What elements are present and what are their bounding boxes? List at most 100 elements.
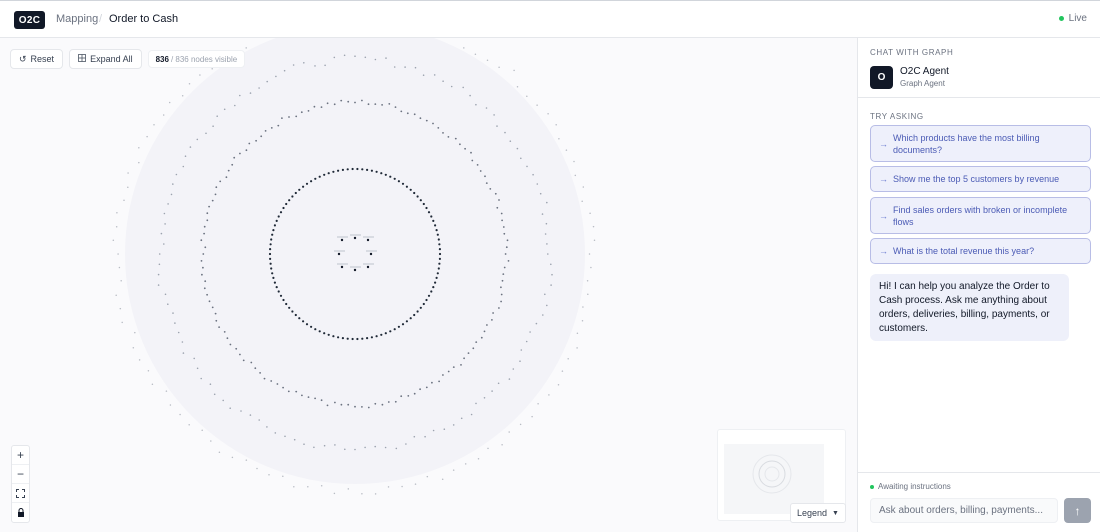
zoom-controls: + − (11, 445, 30, 523)
graph-node (249, 414, 252, 416)
graph-node (127, 186, 129, 189)
graph-node (389, 175, 392, 178)
graph-node (270, 267, 273, 270)
graph-node (432, 219, 435, 222)
graph-node (450, 85, 453, 88)
graph-node (483, 330, 486, 333)
graph-node (164, 293, 167, 296)
graph-node (493, 114, 495, 116)
graph-node (193, 357, 195, 360)
chat-sidebar: CHAT WITH GRAPH O O2C Agent Graph Agent … (857, 38, 1100, 532)
graph-node (512, 368, 515, 370)
graph-node (337, 336, 340, 339)
send-button[interactable]: ↑ (1064, 498, 1091, 523)
graph-node (160, 232, 163, 235)
graph-node (459, 143, 461, 146)
graph-node (385, 57, 387, 59)
graph-node (225, 176, 228, 179)
graph-node (234, 104, 236, 107)
graph-node (273, 281, 276, 284)
graph-node (374, 445, 377, 448)
graph-node (425, 298, 428, 302)
graph-node (441, 478, 444, 480)
graph-node (435, 276, 438, 279)
graph-node (138, 161, 140, 164)
graph-node (427, 294, 431, 297)
graph-node (266, 426, 268, 428)
suggestion-button-1[interactable]: → Which products have the most billing d… (870, 125, 1091, 162)
graph-canvas[interactable]: ↺ Reset Expand All 836 / 836 nodes visib… (0, 38, 857, 532)
graph-node (496, 206, 499, 209)
graph-node (544, 233, 547, 235)
graph-node (303, 443, 305, 446)
graph-node (425, 119, 428, 122)
suggestion-button-2[interactable]: → Show me the top 5 customers by revenue (870, 166, 1091, 192)
graph-node (492, 312, 494, 314)
graph-node (281, 117, 283, 119)
graph-node (576, 332, 579, 335)
zoom-in-button[interactable]: + (12, 446, 29, 465)
graph-node (550, 263, 552, 266)
app-logo[interactable]: O2C (14, 11, 45, 29)
suggestion-button-3[interactable]: → Find sales orders with broken or incom… (870, 197, 1091, 234)
graph-node (380, 172, 383, 175)
graph-node (314, 65, 316, 67)
graph-node (275, 286, 278, 289)
graph-node (249, 92, 252, 94)
caret-down-icon: ▼ (832, 509, 839, 517)
graph-node (442, 374, 444, 376)
graph-node (337, 169, 340, 172)
graph-node (347, 488, 350, 490)
status-dot-icon (870, 484, 874, 489)
chat-input[interactable] (870, 498, 1058, 523)
graph-node (233, 156, 236, 159)
graph-node (206, 293, 209, 296)
graph-node (565, 149, 568, 151)
graph-node (442, 132, 444, 134)
graph-node (320, 399, 323, 402)
graph-node (118, 266, 121, 269)
graph-node (498, 307, 500, 309)
graph-node (476, 164, 479, 166)
graph-node (127, 172, 129, 174)
graph-node (586, 279, 589, 282)
graph-node (422, 302, 425, 306)
graph-node (293, 438, 296, 441)
agent-avatar: O (870, 66, 893, 89)
graph-node (433, 74, 436, 76)
graph-node (288, 306, 291, 309)
legend-button[interactable]: Legend ▼ (790, 503, 846, 523)
graph-node (447, 370, 450, 373)
graph-node (333, 103, 336, 106)
graph-node (589, 212, 591, 215)
core-node (353, 236, 357, 240)
reset-button[interactable]: ↺ Reset (10, 49, 64, 69)
graph-node (181, 95, 184, 97)
graph-node (340, 99, 343, 102)
lock-button[interactable] (12, 503, 29, 522)
graph-node (483, 397, 486, 399)
graph-node (361, 99, 363, 102)
graph-node (477, 458, 480, 460)
graph-node (341, 168, 344, 171)
lock-icon (17, 508, 24, 517)
legend-label: Legend (797, 508, 828, 518)
suggestion-button-4[interactable]: → What is the total revenue this year? (870, 238, 1091, 264)
graph-node (404, 66, 406, 68)
fit-view-button[interactable] (12, 484, 29, 503)
zoom-out-button[interactable]: − (12, 465, 29, 484)
graph-node (393, 66, 396, 68)
graph-node (436, 233, 439, 236)
graph-node (269, 257, 272, 260)
expand-all-button[interactable]: Expand All (69, 49, 142, 69)
graph-node (254, 367, 257, 370)
graph-node (212, 125, 214, 127)
graph-node (213, 393, 216, 396)
breadcrumb-mapping[interactable]: Mapping (56, 13, 98, 25)
core-node (340, 265, 344, 269)
graph-node (405, 443, 407, 445)
graph-node (206, 212, 209, 215)
graph-node (442, 80, 444, 82)
graph-node (282, 386, 284, 389)
graph-node (367, 406, 370, 409)
